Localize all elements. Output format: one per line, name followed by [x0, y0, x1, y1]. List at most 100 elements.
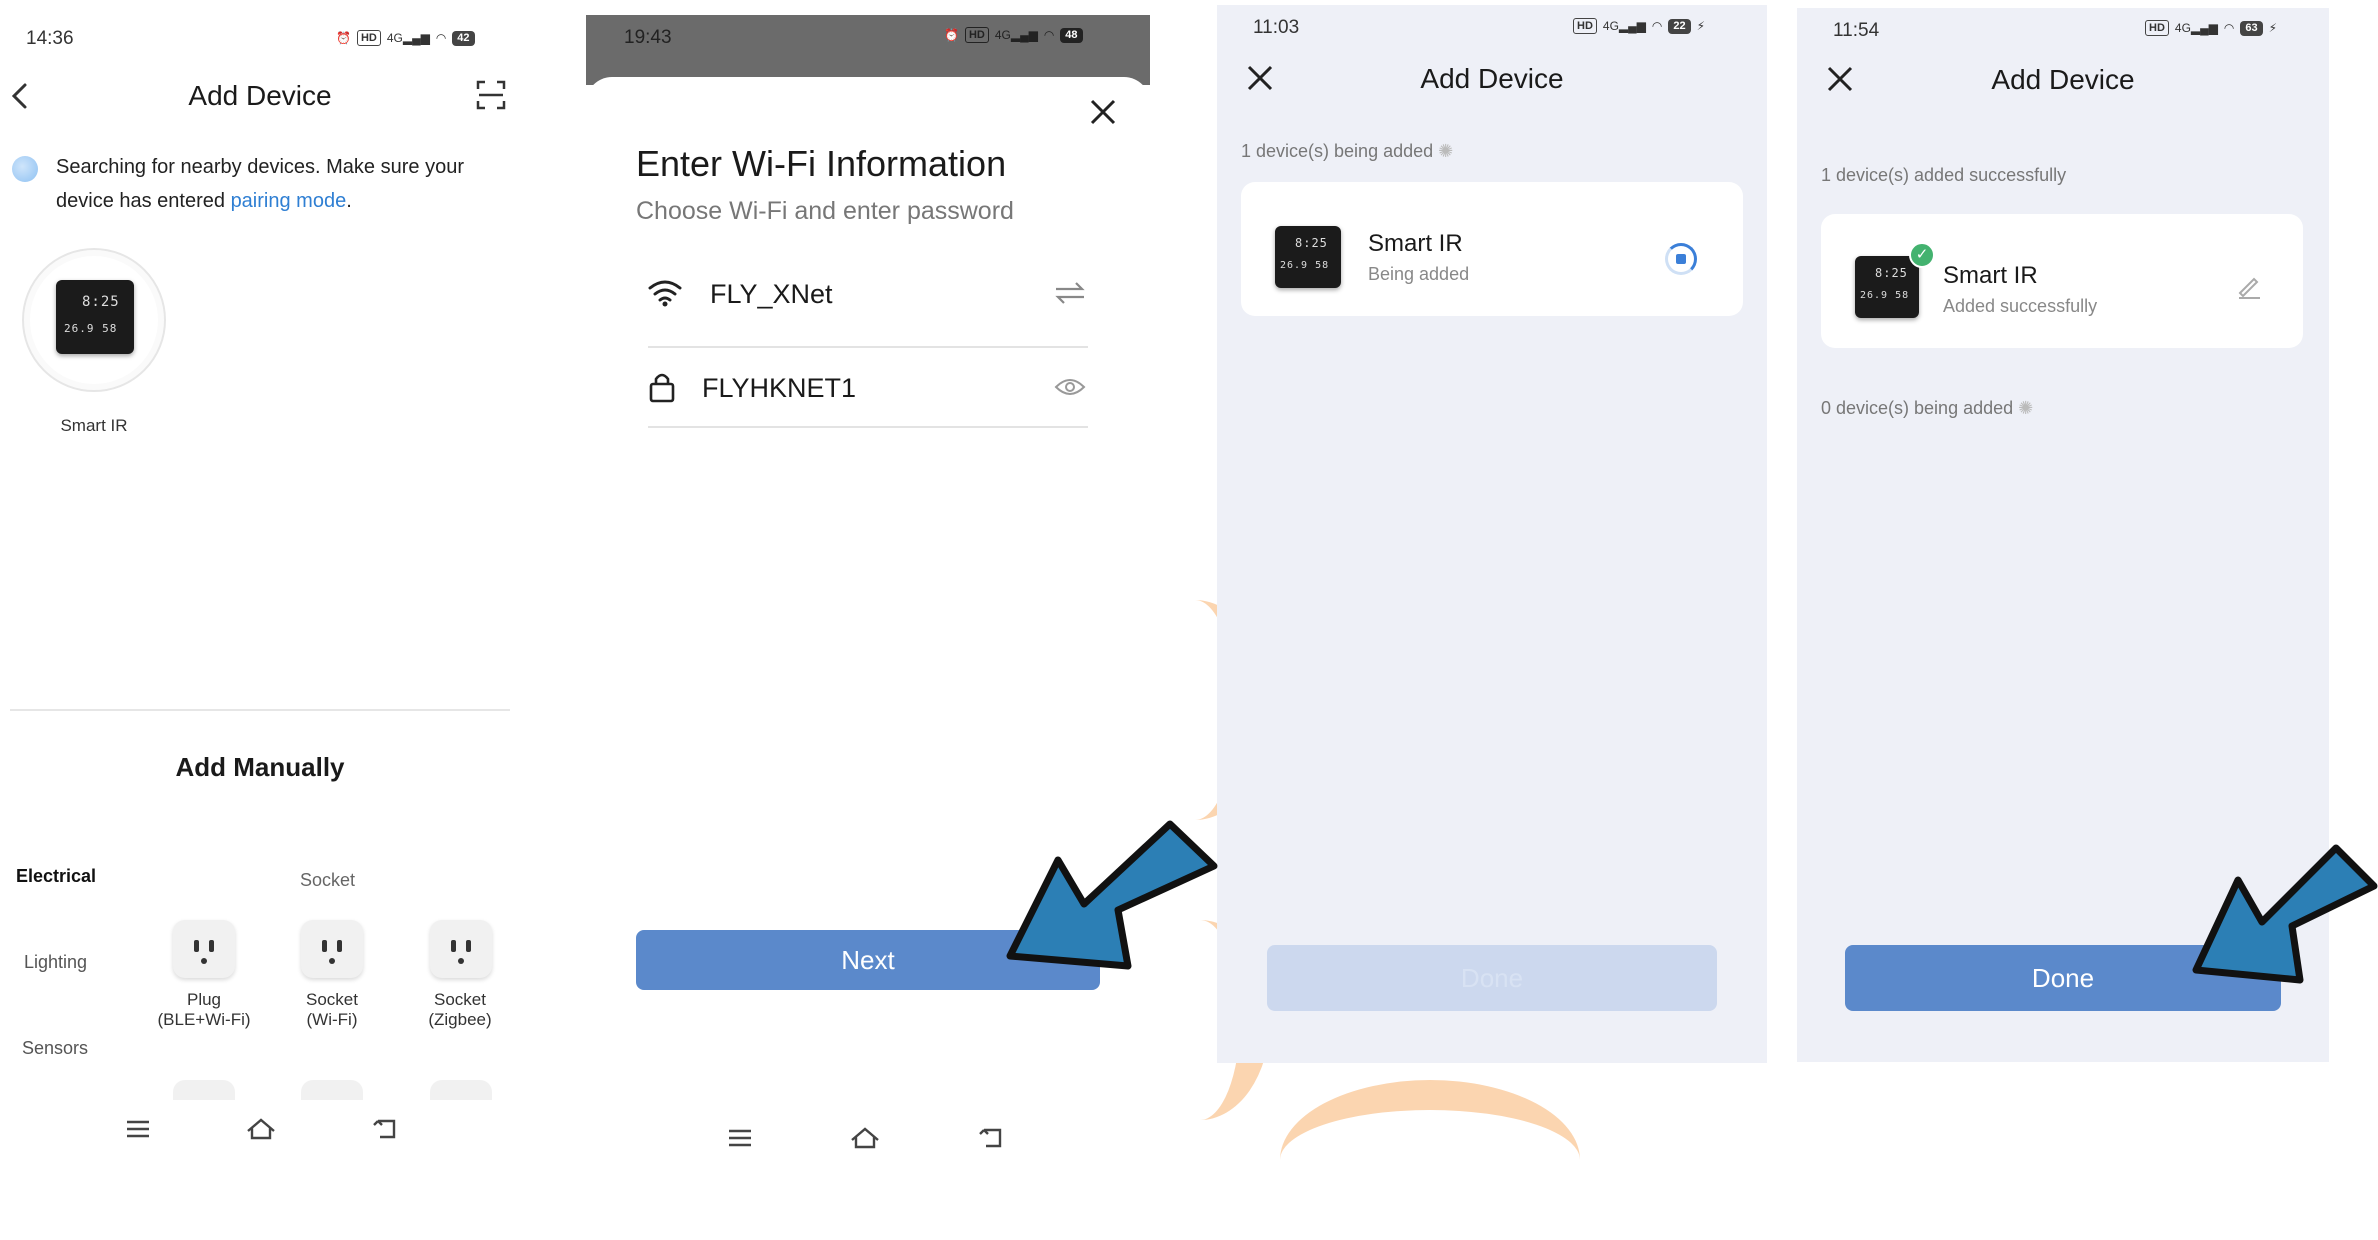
home-icon[interactable] [246, 1118, 276, 1140]
found-device-label: Smart IR [60, 416, 128, 435]
done-button-disabled[interactable]: Done [1267, 945, 1717, 1011]
pending-status: 0 device(s) being added ✺ [1821, 398, 2033, 419]
panel-add-device-search: 14:36 ⏰ HD 4G▂▄▆ ◠ 42 Add Device Searchi… [0, 0, 520, 1152]
pairing-mode-link[interactable]: pairing mode [231, 190, 347, 212]
wifi-icon: ◠ [1651, 19, 1663, 33]
item-label-line2: (Zigbee) [428, 1010, 492, 1029]
eye-icon[interactable] [1054, 377, 1086, 397]
battery-icon: 48 [1060, 27, 1083, 43]
close-icon[interactable] [1090, 99, 1116, 125]
device-state: Being added [1368, 264, 1470, 284]
loading-spinner-icon: ✺ [2018, 398, 2034, 418]
hd-icon: HD [2145, 20, 2169, 36]
smart-ir-device-icon: 8:25 26.9 58 [1855, 256, 1919, 318]
smart-ir-device-icon: 8:25 26.9 58 [1275, 226, 1341, 288]
device-card[interactable]: 8:25 26.9 58 ✓ Smart IR Added successful… [1821, 214, 2303, 348]
annotation-arrow [1006, 820, 1218, 970]
item-label-line1: Socket [306, 990, 358, 1009]
switch-network-icon[interactable] [1054, 281, 1086, 305]
item-label-line2: (BLE+Wi-Fi) [157, 1010, 251, 1029]
socket-wifi-label: Socket (Wi-Fi) [268, 990, 396, 1030]
device-card[interactable]: 8:25 26.9 58 Smart IR Being added [1241, 182, 1743, 316]
edit-icon[interactable] [2235, 272, 2263, 300]
status-time: 11:03 [1253, 17, 1300, 38]
search-hint: Searching for nearby devices. Make sure … [56, 150, 476, 218]
page-title: Add Device [188, 80, 332, 111]
panel-wifi-info: 19:43 ⏰ HD 4G▂▄▆ ◠ 48 Enter Wi-Fi Inform… [586, 15, 1150, 1152]
password-divider [648, 426, 1088, 428]
signal-icon: 4G▂▄▆ [1602, 19, 1646, 33]
menu-icon[interactable] [126, 1120, 150, 1138]
wifi-icon: ◠ [1043, 28, 1055, 42]
alarm-icon: ⏰ [944, 28, 959, 42]
category-electrical[interactable]: Electrical [16, 866, 96, 887]
found-device-button[interactable]: 8:25 26.9 58 [22, 248, 166, 392]
item-label-line1: Plug [186, 990, 222, 1009]
search-hint-end: . [346, 190, 352, 212]
lcd-readings: 26.9 58 [64, 322, 118, 335]
item-label-line1: Socket [434, 990, 486, 1009]
lock-icon [649, 373, 675, 403]
socket-zigbee-icon[interactable] [430, 920, 492, 978]
status-icons: HD 4G▂▄▆ ◠ 22 ⚡ [1573, 18, 1705, 34]
battery-icon: 63 [2240, 20, 2263, 36]
socket-zigbee-label: Socket (Zigbee) [396, 990, 520, 1030]
partial-item-icon[interactable] [301, 1080, 363, 1102]
progress-spinner-icon [1665, 243, 1697, 275]
menu-icon[interactable] [728, 1129, 752, 1147]
dimmed-status-area [586, 15, 1150, 85]
plug-icon[interactable] [173, 920, 235, 978]
pending-status-text: 0 device(s) being added [1821, 398, 2014, 418]
signal-icon: 4G▂▄▆ [386, 31, 430, 45]
annotation-arrow [2192, 844, 2378, 984]
status-icons: HD 4G▂▄▆ ◠ 63 ⚡ [2145, 20, 2277, 36]
status-icons: ⏰ HD 4G▂▄▆ ◠ 42 [336, 30, 475, 46]
nav-back-icon[interactable] [978, 1127, 1004, 1149]
item-label-line2: (Wi-Fi) [306, 1010, 358, 1029]
plug-label: Plug (BLE+Wi-Fi) [140, 990, 268, 1030]
adding-status: 1 device(s) being added ✺ [1241, 141, 1453, 162]
charging-icon: ⚡ [2268, 21, 2278, 35]
page-title: Add Device [1991, 64, 2135, 95]
partial-item-icon[interactable] [173, 1080, 235, 1102]
page-title: Add Device [1420, 63, 1564, 94]
sheet-title: Enter Wi-Fi Information [636, 143, 1007, 184]
signal-icon: 4G▂▄▆ [994, 28, 1038, 42]
hd-icon: HD [1573, 18, 1597, 34]
lcd-readings: 26.9 58 [1280, 260, 1330, 271]
partial-item-icon[interactable] [430, 1080, 492, 1102]
category-sensors[interactable]: Sensors [22, 1038, 88, 1059]
adding-status-text: 1 device(s) being added [1241, 141, 1434, 161]
bottom-sheet [586, 77, 1150, 1152]
socket-wifi-icon[interactable] [301, 920, 363, 978]
searching-indicator-icon [12, 156, 38, 182]
loading-spinner-icon: ✺ [1438, 141, 1454, 161]
wifi-icon [648, 280, 682, 307]
section-socket-label: Socket [300, 870, 356, 890]
watermark-swirl [1280, 1080, 1580, 1240]
nav-back-icon[interactable] [372, 1118, 398, 1140]
scan-icon[interactable] [476, 80, 506, 110]
divider [10, 709, 510, 711]
charging-icon: ⚡ [1696, 19, 1706, 33]
success-check-icon: ✓ [1909, 242, 1935, 268]
nav-bar [126, 1118, 398, 1140]
status-time: 14:36 [26, 28, 74, 49]
add-manually-heading: Add Manually [175, 752, 345, 782]
device-name: Smart IR [1368, 230, 1463, 257]
hd-icon: HD [356, 30, 381, 46]
home-icon[interactable] [850, 1127, 880, 1149]
battery-icon: 22 [1668, 18, 1691, 34]
alarm-icon: ⏰ [336, 31, 351, 45]
ssid-divider [648, 346, 1088, 348]
battery-icon: 42 [452, 30, 475, 46]
lcd-readings: 26.9 58 [1860, 290, 1910, 301]
sheet-subtitle: Choose Wi-Fi and enter password [636, 197, 1014, 225]
success-status: 1 device(s) added successfully [1821, 165, 2067, 185]
password-field[interactable]: FLYHKNET1 [702, 373, 856, 404]
wifi-ssid[interactable]: FLY_XNet [710, 279, 833, 310]
nav-bar [728, 1127, 1004, 1149]
category-lighting[interactable]: Lighting [24, 952, 87, 973]
status-icons: ⏰ HD 4G▂▄▆ ◠ 48 [944, 27, 1083, 43]
device-name: Smart IR [1943, 262, 2038, 289]
